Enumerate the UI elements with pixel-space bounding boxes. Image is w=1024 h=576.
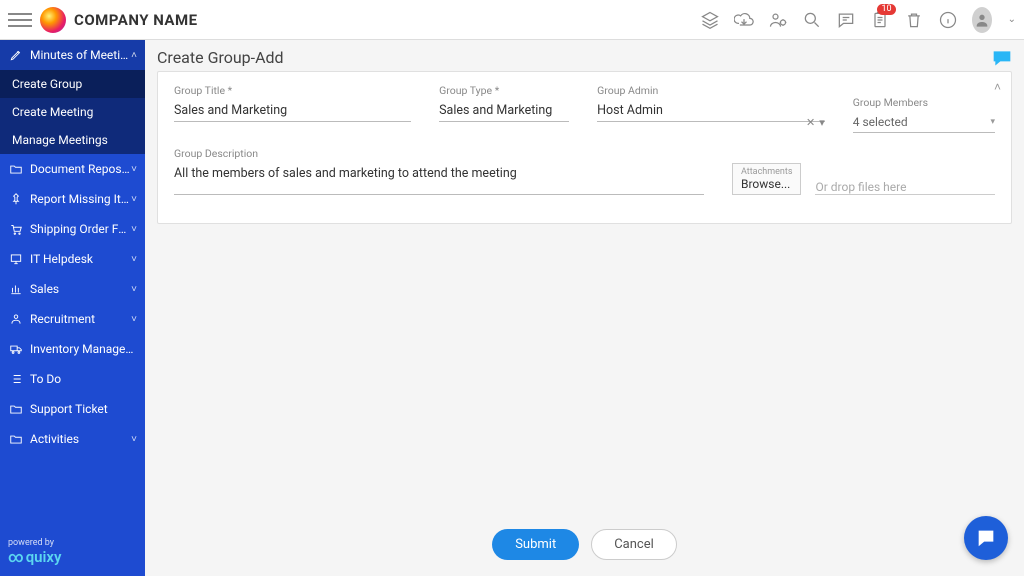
sidebar-sub-create-meeting[interactable]: Create Meeting [0,98,145,126]
sidebar-item-label: Minutes of Meeting [30,48,131,62]
submit-button[interactable]: Submit [492,529,579,560]
trash-icon[interactable] [904,10,924,30]
group-type-label: Group Type * [439,84,569,97]
sidebar-item-support-ticket[interactable]: Support Ticket [0,394,145,424]
sidebar-item-it-helpdesk[interactable]: IT Helpdesk ˅ [0,244,145,274]
notification-badge: 10 [877,4,895,15]
attachments-browse-button[interactable]: Attachments Browse... [732,163,801,195]
chart-icon [8,281,24,297]
chevron-up-icon: ˄ [131,50,137,61]
sidebar-sub-create-group[interactable]: Create Group [0,70,145,98]
sidebar-item-sales[interactable]: Sales ˅ [0,274,145,304]
list-icon [8,371,24,387]
group-members-label: Group Members [853,96,995,109]
chat-icon[interactable] [836,10,856,30]
chevron-down-icon: ˅ [131,224,137,235]
comments-icon[interactable] [992,49,1012,67]
sidebar-item-label: Inventory Management [30,342,137,356]
user-menu-caret-icon[interactable]: ⌄ [1008,14,1016,25]
sidebar-item-label: Activities [30,432,131,446]
dropdown-icon[interactable]: ▾ [819,116,825,129]
menu-toggle-icon[interactable] [8,8,32,32]
folder-icon [8,401,24,417]
chat-fab-button[interactable] [964,516,1008,560]
powered-by: powered by ∞quixy [0,532,145,576]
sidebar-item-minutes-of-meeting[interactable]: Minutes of Meeting ˄ [0,40,145,70]
sidebar-item-recruitment[interactable]: Recruitment ˅ [0,304,145,334]
form-actions: Submit Cancel [145,511,1024,576]
user-avatar[interactable] [972,10,992,30]
search-icon[interactable] [802,10,822,30]
sidebar-item-inventory[interactable]: Inventory Management [0,334,145,364]
folder-icon [8,161,24,177]
infinity-icon: ∞ [8,548,24,566]
download-cloud-icon[interactable] [734,10,754,30]
group-title-input[interactable] [174,100,411,122]
form-card: ˄ Group Title * Group Type * Group Admin [157,71,1012,224]
clear-icon[interactable]: ✕ [806,116,815,129]
sidebar-item-todo[interactable]: To Do [0,364,145,394]
sidebar-item-document-repository[interactable]: Document Repository ˅ [0,154,145,184]
truck-icon [8,341,24,357]
app-header: COMPANY NAME 10 ⌄ [0,0,1024,40]
group-members-select[interactable]: 4 selected ▾ [853,112,995,133]
chevron-down-icon: ˅ [131,194,137,205]
collapse-toggle-icon[interactable]: ˄ [994,80,1001,94]
clipboard-icon[interactable]: 10 [870,10,890,30]
user-settings-icon[interactable] [768,10,788,30]
page-title: Create Group-Add [157,48,284,67]
person-icon [8,311,24,327]
pencil-icon [8,47,24,63]
cart-icon [8,221,24,237]
sidebar-item-label: IT Helpdesk [30,252,131,266]
sidebar-item-report-missing[interactable]: Report Missing Items ˅ [0,184,145,214]
main-content: Create Group-Add ˄ Group Title * Group T… [145,40,1024,576]
group-desc-label: Group Description [174,147,704,160]
sidebar: Minutes of Meeting ˄ Create Group Create… [0,40,145,576]
folder-icon [8,431,24,447]
sidebar-item-shipping-order[interactable]: Shipping Order Form ˅ [0,214,145,244]
sidebar-item-activities[interactable]: Activities ˅ [0,424,145,454]
pin-icon [8,191,24,207]
dropdown-icon: ▾ [990,117,995,127]
company-logo [40,7,66,33]
chevron-down-icon: ˅ [131,284,137,295]
sidebar-item-label: Shipping Order Form [30,222,131,236]
chevron-down-icon: ˅ [131,254,137,265]
sidebar-item-label: Support Ticket [30,402,137,416]
sidebar-item-label: To Do [30,372,137,386]
group-admin-input[interactable] [597,100,825,122]
monitor-icon [8,251,24,267]
chevron-down-icon: ˅ [131,434,137,445]
info-icon[interactable] [938,10,958,30]
group-admin-label: Group Admin [597,84,825,97]
group-type-input[interactable] [439,100,569,122]
sidebar-item-label: Recruitment [30,312,131,326]
sidebar-sub-manage-meetings[interactable]: Manage Meetings [0,126,145,154]
sidebar-item-label: Report Missing Items [30,192,131,206]
group-title-label: Group Title * [174,84,411,97]
group-desc-input[interactable] [174,163,704,195]
cancel-button[interactable]: Cancel [591,529,677,560]
layers-icon[interactable] [700,10,720,30]
sidebar-item-label: Document Repository [30,162,131,176]
chevron-down-icon: ˅ [131,164,137,175]
chevron-down-icon: ˅ [131,314,137,325]
company-name: COMPANY NAME [74,11,198,29]
header-toolbar: 10 ⌄ [700,10,1016,30]
sidebar-item-label: Sales [30,282,131,296]
attachments-dropzone[interactable]: Or drop files here [815,176,995,195]
